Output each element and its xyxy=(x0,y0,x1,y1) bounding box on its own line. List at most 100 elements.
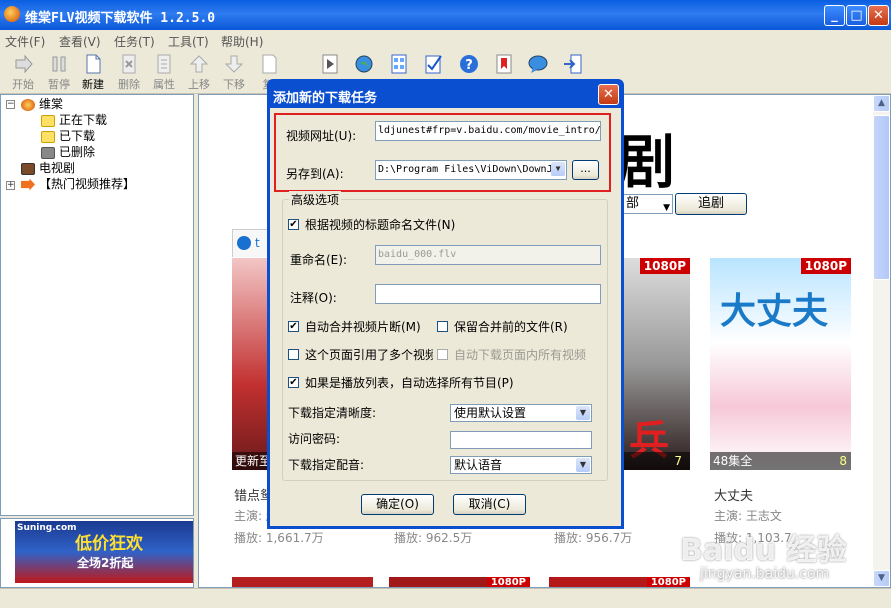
new-button[interactable]: 新建 xyxy=(75,52,111,92)
app-title: 维棠FLV视频下载软件 1.2.5.0 xyxy=(25,11,216,26)
ad-banner[interactable]: Suning.com 低价狂欢 全场2折起 xyxy=(15,521,193,583)
status-bar xyxy=(0,588,891,608)
app-titlebar: 维棠FLV视频下载软件 1.2.5.0 _ □ ✕ xyxy=(0,0,891,30)
ad-headline: 低价狂欢 xyxy=(75,534,143,554)
url-input[interactable]: ldjunest#frp=v.baidu.com/movie_intro/ xyxy=(375,121,601,141)
tree-root-label: 维棠 xyxy=(39,97,64,111)
expand-hot-icon[interactable]: + xyxy=(6,181,15,190)
folder-icon xyxy=(41,130,55,143)
scroll-up-icon[interactable]: ▲ xyxy=(873,95,890,112)
saveto-value: D:\Program Files\ViDown\DownJ xyxy=(378,164,553,175)
dub-value: 默认语音 xyxy=(454,458,503,472)
move-down-button[interactable]: 下移 xyxy=(216,52,252,92)
help-icon: ? xyxy=(460,55,478,73)
name-by-title-checkbox[interactable]: ✔ xyxy=(288,219,299,230)
move-up-button[interactable]: 上移 xyxy=(181,52,217,92)
card-title-4[interactable]: 大丈夫 xyxy=(714,485,753,504)
chase-button[interactable]: 追剧 xyxy=(675,193,747,215)
maximize-button[interactable]: □ xyxy=(846,5,867,26)
menu-task[interactable]: 任务(T) xyxy=(114,33,155,50)
category-select[interactable]: 部 ▼ xyxy=(623,194,673,214)
ad-subline: 全场2折起 xyxy=(77,556,134,570)
menu-tools[interactable]: 工具(T) xyxy=(168,33,209,50)
start-button[interactable]: 开始 xyxy=(5,52,41,92)
video-card-4[interactable]: 1080P 大丈夫 48集全 8 xyxy=(710,258,851,470)
close-button[interactable]: ✕ xyxy=(868,5,889,26)
tree-downloaded-label: 已下载 xyxy=(59,129,96,143)
pause-icon xyxy=(52,56,66,72)
menu-help[interactable]: 帮助(H) xyxy=(221,33,263,50)
app-logo-icon xyxy=(4,6,20,22)
chevron-down-icon: ▼ xyxy=(576,406,590,420)
category-tree: − 维棠 正在下载 已下载 已删除 电视剧 + 【热门视频推荐】 xyxy=(0,94,194,516)
clarity-value: 使用默认设置 xyxy=(454,406,527,420)
chevron-down-icon: ▼ xyxy=(551,162,565,176)
card-plays-1: 播放: 1,661.7万 xyxy=(234,531,324,545)
tv-icon xyxy=(21,162,35,175)
scroll-down-icon[interactable]: ▼ xyxy=(873,570,890,587)
rename-input[interactable]: baidu_000.flv xyxy=(375,245,601,265)
password-label: 访问密码: xyxy=(288,432,341,446)
tree-tv-label: 电视剧 xyxy=(39,161,76,175)
properties-button[interactable]: 属性 xyxy=(146,52,182,92)
delete-button[interactable]: 删除 xyxy=(111,52,147,92)
playlist-label: 如果是播放列表，自动选择所有节目(P) xyxy=(305,376,514,390)
dialog-close-button[interactable]: ✕ xyxy=(598,84,619,105)
tree-item-downloaded[interactable]: 已下载 xyxy=(41,128,95,144)
note-label: 注释(O): xyxy=(290,291,337,305)
pause-button[interactable]: 暂停 xyxy=(41,52,77,92)
auto-merge-checkbox[interactable]: ✔ xyxy=(288,321,299,332)
video-card-6[interactable]: 1080P xyxy=(389,577,530,587)
clarity-select[interactable]: 使用默认设置 ▼ xyxy=(450,404,592,422)
app-logo-icon xyxy=(21,98,35,111)
content-tab[interactable]: t xyxy=(232,229,272,257)
saveto-select[interactable]: D:\Program Files\ViDown\DownJ ▼ xyxy=(375,160,567,180)
url-label: 视频网址(U): xyxy=(286,129,357,143)
video-card-7[interactable]: 1080P xyxy=(549,577,690,587)
note-input[interactable] xyxy=(375,284,601,304)
collapse-root-icon[interactable]: − xyxy=(6,100,15,109)
cancel-button[interactable]: 取消(C) xyxy=(453,494,526,515)
card-poster-text: 大丈夫 xyxy=(720,291,829,332)
video-card-5[interactable] xyxy=(232,577,373,587)
card-plays-3: 播放: 956.7万 xyxy=(554,531,633,545)
scroll-thumb[interactable] xyxy=(873,115,890,280)
vertical-scrollbar[interactable]: ▲ ▼ xyxy=(873,95,890,587)
tree-item-tv[interactable]: 电视剧 xyxy=(21,160,75,176)
auto-download-all-checkbox[interactable] xyxy=(437,349,448,360)
move-up-label: 上移 xyxy=(188,78,210,91)
play-circle-icon xyxy=(237,236,251,250)
properties-icon xyxy=(157,54,171,74)
keep-files-checkbox[interactable] xyxy=(437,321,448,332)
downloading-folder-icon xyxy=(41,114,55,127)
multi-video-checkbox[interactable] xyxy=(288,349,299,360)
card-actor-4: 主演: 王志文 xyxy=(714,509,782,523)
minimize-button[interactable]: _ xyxy=(824,5,845,26)
watermark-logo: Baidu 经验 xyxy=(680,533,847,568)
tree-hot-label: 【热门视频推荐】 xyxy=(39,177,136,191)
dialog-body: 视频网址(U): ldjunest#frp=v.baidu.com/movie_… xyxy=(270,108,621,526)
browse-button[interactable]: ... xyxy=(572,160,599,180)
video-card-3[interactable]: 1080P 兵 7 xyxy=(623,258,690,470)
menu-view[interactable]: 查看(V) xyxy=(59,33,101,50)
hd-badge: 1080P xyxy=(800,258,851,274)
tree-item-downloading[interactable]: 正在下载 xyxy=(41,112,107,128)
trash-icon xyxy=(41,146,55,159)
dub-select[interactable]: 默认语音 ▼ xyxy=(450,456,592,474)
rename-label: 重命名(E): xyxy=(290,253,347,267)
hd-badge: 1080P xyxy=(646,577,690,587)
tree-downloading-label: 正在下载 xyxy=(59,113,108,127)
globe-icon xyxy=(355,55,373,73)
playlist-checkbox[interactable]: ✔ xyxy=(288,377,299,388)
bookmark-icon xyxy=(496,54,512,74)
grid-icon xyxy=(391,54,407,74)
tree-item-deleted[interactable]: 已删除 xyxy=(41,144,95,160)
tree-item-root[interactable]: 维棠 xyxy=(21,96,63,112)
advanced-label: 高级选项 xyxy=(289,191,342,208)
password-input[interactable] xyxy=(450,431,592,449)
tree-item-hot[interactable]: 【热门视频推荐】 xyxy=(21,176,135,192)
menu-file[interactable]: 文件(F) xyxy=(5,33,45,50)
start-icon xyxy=(15,54,33,74)
ok-button[interactable]: 确定(O) xyxy=(361,494,434,515)
checklist-icon xyxy=(425,55,442,74)
